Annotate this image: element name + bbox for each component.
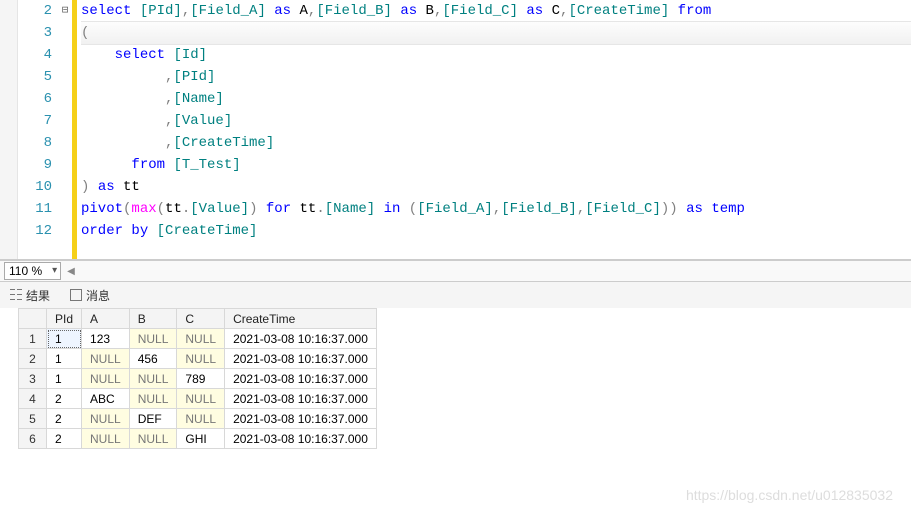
line-number: 12 — [18, 220, 52, 242]
cell[interactable]: 2021-03-08 10:16:37.000 — [225, 389, 377, 409]
line-number-gutter: 23456789101112 — [18, 0, 58, 259]
cell[interactable]: 2 — [47, 389, 82, 409]
cell[interactable]: 123 — [82, 329, 130, 349]
nav-back-icon[interactable]: ◀ — [67, 266, 75, 277]
line-number: 10 — [18, 176, 52, 198]
code-area[interactable]: select [PId],[Field_A] as A,[Field_B] as… — [77, 0, 911, 259]
line-number: 3 — [18, 22, 52, 44]
table-row[interactable]: 21NULL456NULL2021-03-08 10:16:37.000 — [19, 349, 377, 369]
cell[interactable]: 2021-03-08 10:16:37.000 — [225, 349, 377, 369]
column-header[interactable]: PId — [47, 309, 82, 329]
result-tabs: 结果 消息 — [0, 282, 911, 308]
code-line[interactable]: select [Id] — [81, 44, 911, 66]
cell[interactable]: 789 — [177, 369, 225, 389]
zoom-toolbar: 110 % ◀ — [0, 260, 911, 282]
line-number: 4 — [18, 44, 52, 66]
cell[interactable]: 1 — [47, 349, 82, 369]
code-line[interactable]: from [T_Test] — [81, 154, 911, 176]
zoom-level-select[interactable]: 110 % — [4, 262, 61, 280]
table-row[interactable]: 62NULLNULLGHI2021-03-08 10:16:37.000 — [19, 429, 377, 449]
line-number: 6 — [18, 88, 52, 110]
grid-icon — [10, 289, 22, 301]
column-header[interactable]: CreateTime — [225, 309, 377, 329]
row-number-cell[interactable]: 6 — [19, 429, 47, 449]
cell[interactable]: 2021-03-08 10:16:37.000 — [225, 409, 377, 429]
code-line[interactable]: ) as tt — [81, 176, 911, 198]
cell[interactable]: ABC — [82, 389, 130, 409]
watermark: https://blog.csdn.net/u012835032 — [686, 487, 893, 503]
cell[interactable]: DEF — [129, 409, 177, 429]
cell[interactable]: NULL — [177, 409, 225, 429]
code-fold-column[interactable]: ⊟ — [58, 0, 72, 259]
row-number-cell[interactable]: 4 — [19, 389, 47, 409]
fold-toggle-icon[interactable]: ⊟ — [58, 0, 72, 22]
cell[interactable]: 2 — [47, 409, 82, 429]
cell[interactable]: NULL — [129, 429, 177, 449]
cell[interactable]: NULL — [82, 369, 130, 389]
cell[interactable]: NULL — [82, 349, 130, 369]
column-header[interactable]: C — [177, 309, 225, 329]
cell[interactable]: NULL — [177, 329, 225, 349]
row-number-cell[interactable]: 5 — [19, 409, 47, 429]
code-line[interactable]: ( — [81, 21, 911, 45]
code-line[interactable]: order by [CreateTime] — [81, 220, 911, 242]
tab-results-label: 结果 — [26, 287, 50, 304]
code-line[interactable]: ,[CreateTime] — [81, 132, 911, 154]
line-number: 7 — [18, 110, 52, 132]
results-grid-wrap[interactable]: PIdABCCreateTime11123NULLNULL2021-03-08 … — [18, 308, 911, 449]
messages-icon — [70, 289, 82, 301]
cell[interactable]: NULL — [129, 369, 177, 389]
column-header[interactable]: A — [82, 309, 130, 329]
table-row[interactable]: 52NULLDEFNULL2021-03-08 10:16:37.000 — [19, 409, 377, 429]
table-row[interactable]: 11123NULLNULL2021-03-08 10:16:37.000 — [19, 329, 377, 349]
code-line[interactable]: ,[Value] — [81, 110, 911, 132]
cell[interactable]: NULL — [129, 389, 177, 409]
code-line[interactable]: pivot(max(tt.[Value]) for tt.[Name] in (… — [81, 198, 911, 220]
cell[interactable]: 2021-03-08 10:16:37.000 — [225, 369, 377, 389]
cell[interactable]: 1 — [47, 369, 82, 389]
cell[interactable]: NULL — [82, 409, 130, 429]
zoom-value: 110 % — [9, 264, 42, 278]
results-panel: PIdABCCreateTime11123NULLNULL2021-03-08 … — [0, 308, 911, 449]
code-line[interactable]: select [PId],[Field_A] as A,[Field_B] as… — [81, 0, 911, 22]
row-number-cell[interactable]: 3 — [19, 369, 47, 389]
sql-editor[interactable]: 23456789101112 ⊟ select [PId],[Field_A] … — [0, 0, 911, 260]
cell[interactable]: 456 — [129, 349, 177, 369]
cell[interactable]: 2021-03-08 10:16:37.000 — [225, 429, 377, 449]
cell[interactable]: NULL — [129, 329, 177, 349]
cell[interactable]: NULL — [82, 429, 130, 449]
cell[interactable]: 2021-03-08 10:16:37.000 — [225, 329, 377, 349]
tab-results[interactable]: 结果 — [4, 285, 56, 306]
cell[interactable]: 2 — [47, 429, 82, 449]
results-grid[interactable]: PIdABCCreateTime11123NULLNULL2021-03-08 … — [18, 308, 377, 449]
line-number: 9 — [18, 154, 52, 176]
table-row[interactable]: 31NULLNULL7892021-03-08 10:16:37.000 — [19, 369, 377, 389]
cell[interactable]: 1 — [47, 329, 82, 349]
column-header[interactable]: B — [129, 309, 177, 329]
line-number: 2 — [18, 0, 52, 22]
editor-margin — [0, 0, 18, 259]
table-row[interactable]: 42ABCNULLNULL2021-03-08 10:16:37.000 — [19, 389, 377, 409]
row-number-cell[interactable]: 2 — [19, 349, 47, 369]
code-line[interactable]: ,[Name] — [81, 88, 911, 110]
code-line[interactable]: ,[PId] — [81, 66, 911, 88]
cell[interactable]: NULL — [177, 389, 225, 409]
line-number: 11 — [18, 198, 52, 220]
cell[interactable]: GHI — [177, 429, 225, 449]
tab-messages-label: 消息 — [86, 287, 110, 304]
cell[interactable]: NULL — [177, 349, 225, 369]
row-number-header[interactable] — [19, 309, 47, 329]
row-number-cell[interactable]: 1 — [19, 329, 47, 349]
line-number: 5 — [18, 66, 52, 88]
line-number: 8 — [18, 132, 52, 154]
tab-messages[interactable]: 消息 — [64, 285, 116, 306]
